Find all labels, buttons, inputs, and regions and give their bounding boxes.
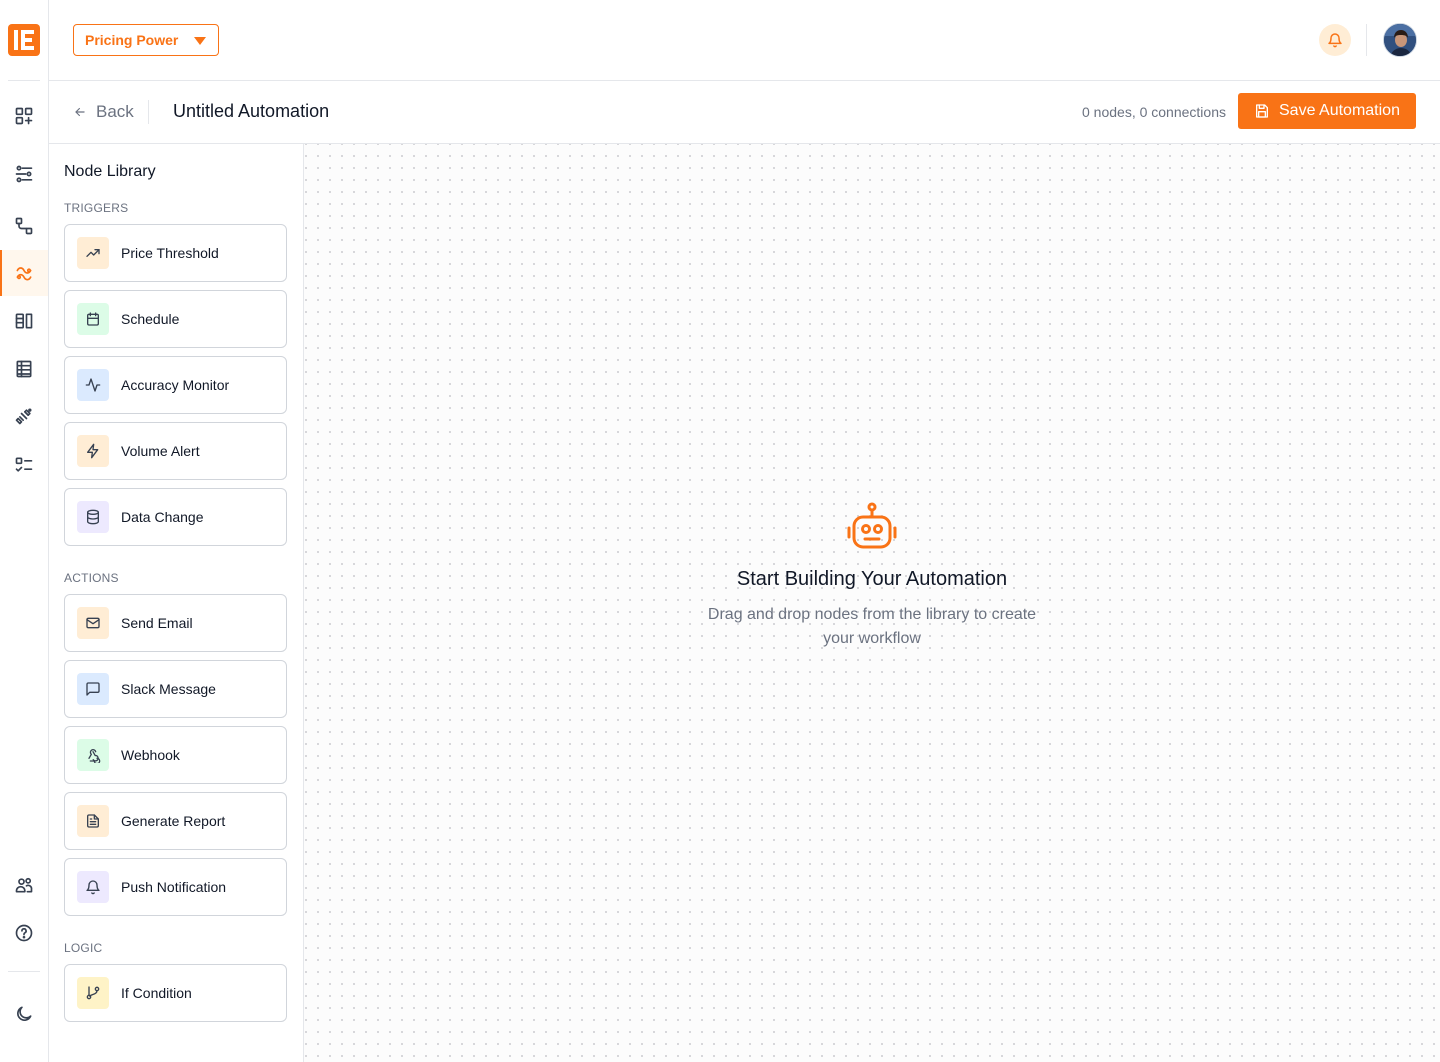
trending-up-icon xyxy=(77,237,109,269)
robot-icon xyxy=(846,502,898,552)
node-label: Data Change xyxy=(121,509,204,525)
bell-icon xyxy=(1328,33,1342,48)
moon-icon xyxy=(17,1006,32,1021)
notifications-button[interactable] xyxy=(1319,24,1351,56)
node-label: Send Email xyxy=(121,615,193,631)
node-label: Webhook xyxy=(121,747,180,763)
user-avatar-image xyxy=(1384,24,1416,56)
node-label: Generate Report xyxy=(121,813,226,829)
library-title: Node Library xyxy=(64,163,156,180)
grid-plus-icon xyxy=(15,107,33,125)
theme-toggle[interactable] xyxy=(0,991,48,1037)
rail-item-dashboard[interactable] xyxy=(0,93,48,139)
node-data-change[interactable]: Data Change xyxy=(64,488,287,546)
node-accuracy-monitor[interactable]: Accuracy Monitor xyxy=(64,356,287,414)
flow-icon xyxy=(15,217,33,235)
columns-icon xyxy=(15,313,33,329)
empty-state-title: Start Building Your Automation xyxy=(736,568,1008,590)
avatar[interactable] xyxy=(1383,23,1417,57)
rail-item-automations[interactable] xyxy=(0,250,48,296)
node-label: Price Threshold xyxy=(121,245,219,261)
section-actions: ACTIONS xyxy=(64,571,119,585)
caret-down-icon xyxy=(194,37,206,45)
rail-item-tables[interactable] xyxy=(0,346,48,392)
node-label: Accuracy Monitor xyxy=(121,377,230,393)
zap-icon xyxy=(77,435,109,467)
database-icon xyxy=(77,501,109,533)
node-slack-message[interactable]: Slack Message xyxy=(64,660,287,718)
rail-item-tasks[interactable] xyxy=(0,442,48,488)
workspace-label: Pricing Power xyxy=(85,32,179,48)
node-label: Push Notification xyxy=(121,879,227,895)
rail-item-flows[interactable] xyxy=(0,203,48,249)
rail-item-team[interactable] xyxy=(0,862,48,908)
node-webhook[interactable]: Webhook xyxy=(64,726,287,784)
app-logo[interactable] xyxy=(8,24,40,56)
node-schedule[interactable]: Schedule xyxy=(64,290,287,348)
save-icon xyxy=(1256,104,1268,118)
empty-state-description: Drag and drop nodes from the library to … xyxy=(707,606,1037,647)
header-divider xyxy=(148,100,149,124)
arrow-left-icon xyxy=(75,107,85,117)
message-square-icon xyxy=(77,673,109,705)
back-button[interactable]: Back xyxy=(73,101,134,123)
node-library: Node Library TRIGGERS Price Threshold Sc… xyxy=(49,144,304,1062)
node-price-threshold[interactable]: Price Threshold xyxy=(64,224,287,282)
automation-canvas[interactable]: Start Building Your Automation Drag and … xyxy=(304,144,1440,1062)
workspace-selector[interactable]: Pricing Power xyxy=(73,24,219,56)
rail-item-settings[interactable] xyxy=(0,151,48,197)
node-generate-report[interactable]: Generate Report xyxy=(64,792,287,850)
node-volume-alert[interactable]: Volume Alert xyxy=(64,422,287,480)
table-icon xyxy=(16,360,32,378)
editor-header: Back Untitled Automation 0 nodes, 0 conn… xyxy=(49,81,1440,144)
help-icon xyxy=(15,924,33,942)
sliders-icon xyxy=(15,165,33,183)
left-rail xyxy=(0,0,49,1062)
satellite-icon xyxy=(15,408,32,425)
top-divider xyxy=(1366,24,1367,56)
node-connection-count: 0 nodes, 0 connections xyxy=(1082,104,1226,120)
webhook-icon xyxy=(77,739,109,771)
rail-item-help[interactable] xyxy=(0,910,48,956)
automation-title[interactable]: Untitled Automation xyxy=(173,101,329,122)
save-automation-button[interactable]: Save Automation xyxy=(1238,93,1416,129)
mail-icon xyxy=(77,607,109,639)
node-label: If Condition xyxy=(121,985,192,1001)
back-label: Back xyxy=(96,102,134,121)
node-label: Slack Message xyxy=(121,681,216,697)
calendar-icon xyxy=(77,303,109,335)
section-logic: LOGIC xyxy=(64,941,103,955)
node-if-condition[interactable]: If Condition xyxy=(64,964,287,1022)
rail-divider xyxy=(8,80,40,81)
node-label: Volume Alert xyxy=(121,443,200,459)
git-branch-icon xyxy=(77,977,109,1009)
save-label: Save Automation xyxy=(1279,102,1400,119)
node-send-email[interactable]: Send Email xyxy=(64,594,287,652)
users-icon xyxy=(15,877,33,893)
rail-item-integrations[interactable] xyxy=(0,393,48,439)
rail-divider xyxy=(8,971,40,972)
empty-state: Start Building Your Automation Drag and … xyxy=(672,502,1072,651)
bell-icon xyxy=(77,871,109,903)
automation-icon xyxy=(16,267,32,281)
activity-icon xyxy=(77,369,109,401)
node-label: Schedule xyxy=(121,311,180,327)
rail-item-boards[interactable] xyxy=(0,298,48,344)
top-bar: Pricing Power xyxy=(49,0,1440,81)
checklist-icon xyxy=(15,457,33,472)
file-text-icon xyxy=(77,805,109,837)
node-push-notification[interactable]: Push Notification xyxy=(64,858,287,916)
section-triggers: TRIGGERS xyxy=(64,201,129,215)
